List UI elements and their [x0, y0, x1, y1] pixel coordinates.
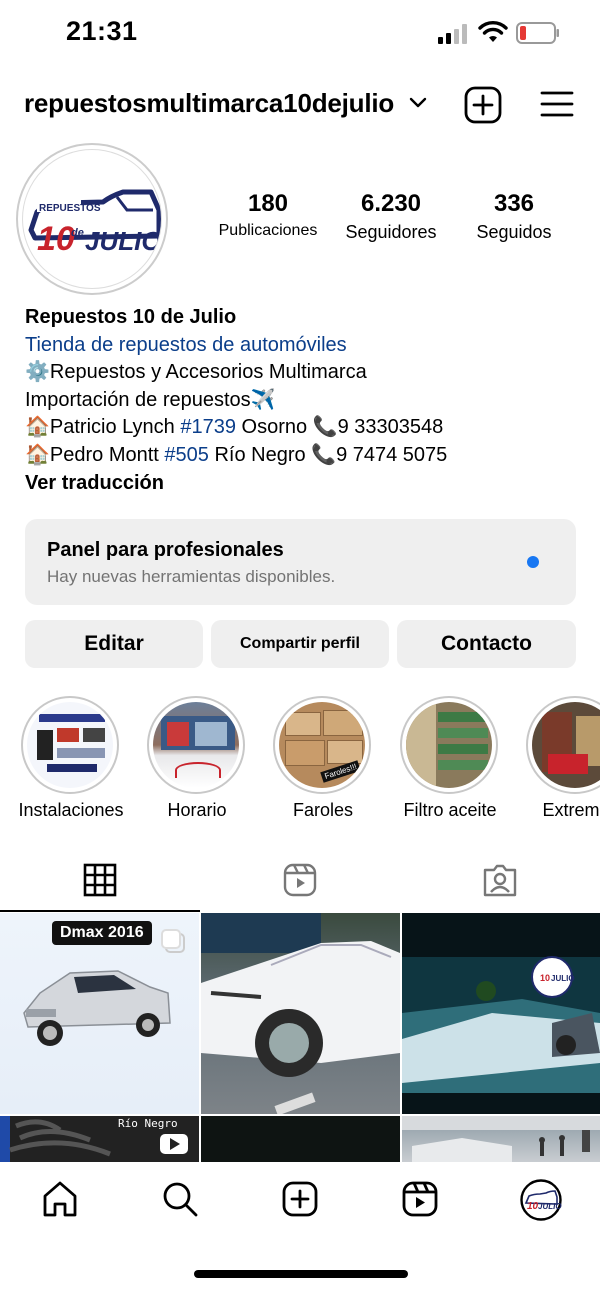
highlight-label: Filtro aceite [403, 800, 497, 820]
svg-text:10: 10 [527, 1201, 539, 1212]
highlight-cover-image: Faroles!!! [279, 702, 365, 788]
svg-text:JULIO: JULIO [538, 1202, 562, 1211]
profile-avatar-icon[interactable]: 10 JULIO [520, 1179, 562, 1221]
home-indicator [194, 1270, 408, 1278]
highlight-ring [400, 696, 498, 794]
tagged-tab-icon[interactable] [482, 862, 518, 898]
following-count[interactable]: 336 Seguidos [460, 190, 568, 243]
grid-tab-icon[interactable] [82, 862, 118, 898]
contact-button[interactable]: Contacto [397, 620, 576, 668]
bio-text: 🏠Pedro Montt [25, 443, 165, 466]
followers-count-value: 6.230 [360, 190, 422, 217]
bio-text: Río Negro 📞9 7474 5075 [208, 443, 448, 466]
highlight-ring [21, 696, 119, 794]
status-time: 21:31 [66, 16, 138, 46]
svg-text:10: 10 [37, 220, 75, 258]
highlight-cover-image [153, 702, 239, 788]
profile-username[interactable]: repuestosmultimarca10dejulio [24, 88, 394, 119]
active-tab-indicator [0, 910, 200, 912]
bio-line: Importación de repuestos✈️ [25, 388, 276, 411]
highlight-label: Horario [167, 800, 227, 820]
post-badge: Dmax 2016 [52, 921, 152, 945]
post-thumbnail[interactable] [201, 1116, 400, 1162]
bio-hashtag[interactable]: #505 [164, 444, 209, 466]
reels-icon[interactable] [401, 1180, 439, 1218]
bio-address-rio-negro: 🏠Pedro Montt #505 Río Negro 📞9 7474 5075 [25, 442, 585, 470]
logo-image: REPUESTOS 10 de JULIO [28, 189, 162, 258]
following-count-value: 336 [493, 190, 535, 217]
highlight-ring [526, 696, 600, 794]
bio-hashtag[interactable]: #1739 [180, 416, 236, 438]
bio-address-osorno: 🏠Patricio Lynch #1739 Osorno 📞9 33303548 [25, 414, 585, 442]
search-icon[interactable] [161, 1180, 199, 1218]
post-image: 10 JULIO [402, 956, 600, 1093]
bio-text: Osorno 📞9 33303548 [235, 416, 444, 439]
highlight-cover-image [27, 702, 113, 788]
highlight-cover-image [532, 702, 600, 788]
wifi-icon [478, 21, 508, 42]
bio-text: 🏠Patricio Lynch [25, 416, 181, 439]
bio-category[interactable]: Tienda de repuestos de automóviles [25, 332, 585, 360]
notification-dot [527, 556, 539, 568]
svg-text:JULIO: JULIO [551, 974, 575, 983]
chevron-down-icon[interactable] [408, 96, 428, 110]
post-thumbnail[interactable] [201, 913, 400, 1114]
home-icon[interactable] [41, 1180, 79, 1218]
posts-count-value: 180 [247, 190, 289, 217]
highlight-label: Extremo [542, 800, 600, 820]
highlight-cover-image [406, 702, 492, 788]
post-thumbnail[interactable]: 10 JULIO [402, 913, 600, 1114]
followers-count[interactable]: 6.230 Seguidores [332, 190, 450, 243]
reels-tab-icon[interactable] [282, 862, 318, 898]
see-translation-link[interactable]: Ver traducción [25, 470, 585, 498]
following-count-label: Seguidos [476, 222, 552, 242]
followers-count-label: Seguidores [345, 222, 437, 242]
create-icon[interactable] [281, 1180, 319, 1218]
share-profile-button[interactable]: Compartir perfil [211, 620, 389, 668]
svg-text:10: 10 [540, 973, 550, 983]
bio-name: Repuestos 10 de Julio [25, 306, 237, 328]
highlight-item[interactable]: Filtro aceite [400, 696, 500, 820]
highlight-item[interactable]: Instalaciones [18, 696, 124, 820]
highlight-item[interactable]: Faroles!!! Faroles [273, 696, 373, 820]
svg-text:JULIO: JULIO [85, 226, 162, 256]
bio-line: ⚙️Repuestos y Accesorios Multimarca [25, 361, 367, 384]
highlight-ring [147, 696, 245, 794]
highlight-item[interactable]: Extremo [526, 696, 600, 820]
highlight-ring: Faroles!!! [273, 696, 371, 794]
highlight-label: Instalaciones [18, 800, 124, 820]
posts-count-label: Publicaciones [218, 222, 318, 239]
post-image [402, 1116, 600, 1162]
battery-icon [516, 22, 559, 44]
edit-profile-button[interactable]: Editar [25, 620, 203, 668]
cellular-signal-icon [438, 24, 467, 44]
post-image [201, 913, 400, 1114]
post-overlay-text: Río Negro [118, 1117, 178, 1130]
profile-bio: Repuestos 10 de Julio Tienda de repuesto… [25, 304, 585, 497]
create-post-icon[interactable] [464, 86, 502, 124]
dashboard-title: Panel para profesionales [47, 539, 284, 561]
highlight-label: Faroles [292, 800, 354, 820]
highlight-item[interactable]: Horario [147, 696, 247, 820]
svg-text:de: de [71, 227, 84, 239]
carousel-icon [161, 929, 185, 953]
menu-icon[interactable] [540, 90, 574, 118]
professional-dashboard-card[interactable] [25, 519, 576, 605]
post-thumbnail[interactable] [402, 1116, 600, 1162]
avatar[interactable]: REPUESTOS 10 de JULIO [22, 149, 162, 289]
svg-text:REPUESTOS: REPUESTOS [39, 203, 101, 214]
dashboard-subtitle: Hay nuevas herramientas disponibles. [47, 567, 336, 586]
posts-count[interactable]: 180 Publicaciones [208, 190, 328, 240]
